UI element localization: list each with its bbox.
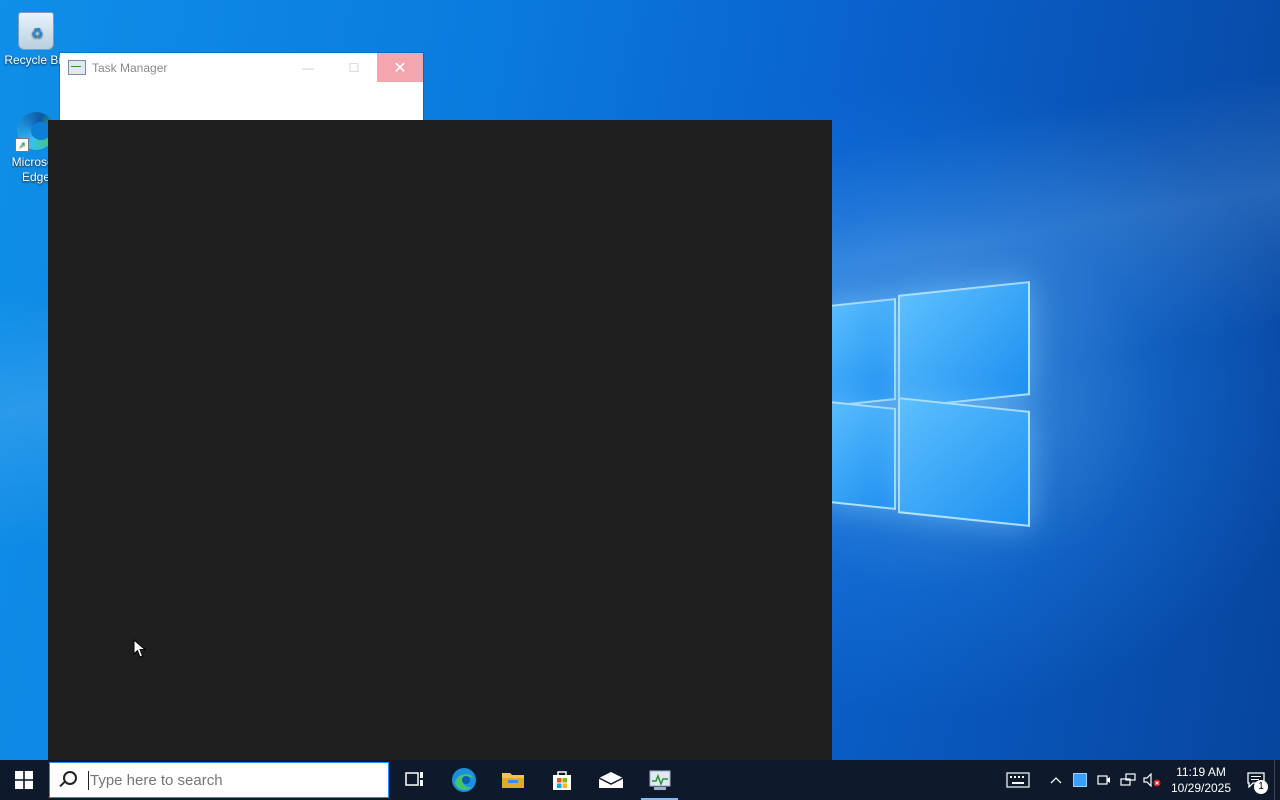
taskbar-app-microsoft-store[interactable] [537, 760, 586, 800]
mouse-cursor-icon [133, 639, 147, 658]
close-button[interactable]: ✕ [377, 53, 423, 82]
minimize-button[interactable]: — [285, 53, 331, 82]
taskbar-app-edge[interactable] [439, 760, 488, 800]
edge-icon [451, 768, 476, 792]
chevron-up-icon [1050, 777, 1062, 784]
windows-start-icon [15, 771, 33, 789]
action-center-button[interactable]: 1 [1238, 760, 1274, 800]
taskbar-search-box[interactable] [49, 762, 389, 798]
task-manager-icon [649, 770, 670, 790]
search-input[interactable] [88, 770, 372, 790]
taskbar-app-file-explorer[interactable] [488, 760, 537, 800]
volume-muted-icon [1143, 773, 1161, 787]
task-manager-window[interactable]: Task Manager — ☐ ✕ [60, 53, 423, 123]
task-manager-titlebar[interactable]: Task Manager — ☐ ✕ [60, 53, 423, 82]
shortcut-arrow-icon: ↗ [15, 138, 29, 152]
clock-time: 11:19 AM [1176, 765, 1226, 779]
meet-now-button[interactable] [1092, 760, 1116, 800]
task-manager-icon [68, 60, 86, 75]
recycle-bin-icon: ♻ [15, 8, 57, 50]
tray-app-button[interactable] [1068, 760, 1092, 800]
folder-icon [501, 773, 524, 788]
maximize-button[interactable]: ☐ [331, 53, 377, 82]
blank-dark-window[interactable] [48, 120, 832, 760]
blue-square-icon [1073, 773, 1087, 787]
store-bag-icon [552, 771, 571, 790]
windows-logo-wallpaper [820, 280, 1030, 527]
taskbar-app-mail[interactable] [586, 760, 635, 800]
show-desktop-button[interactable] [1274, 760, 1280, 800]
network-button[interactable] [1116, 760, 1140, 800]
network-icon [1120, 773, 1136, 786]
task-view-icon [404, 772, 423, 786]
show-hidden-icons-button[interactable] [1044, 760, 1068, 800]
search-icon [58, 770, 78, 790]
window-title: Task Manager [92, 60, 168, 75]
taskbar-app-task-manager[interactable] [635, 760, 684, 800]
taskbar: 11:19 AM 10/29/2025 1 [0, 760, 1280, 800]
task-view-button[interactable] [390, 760, 439, 800]
mail-icon [598, 772, 623, 788]
taskbar-clock[interactable]: 11:19 AM 10/29/2025 [1164, 764, 1238, 796]
start-button[interactable] [0, 760, 48, 800]
news-and-interests-button[interactable] [998, 760, 1038, 800]
keyboard-icon [1006, 772, 1030, 788]
volume-button[interactable] [1140, 760, 1164, 800]
clock-date: 10/29/2025 [1170, 781, 1232, 795]
notification-count-badge: 1 [1254, 780, 1268, 794]
meet-now-icon [1097, 775, 1110, 785]
system-tray: 11:19 AM 10/29/2025 1 [998, 760, 1280, 800]
